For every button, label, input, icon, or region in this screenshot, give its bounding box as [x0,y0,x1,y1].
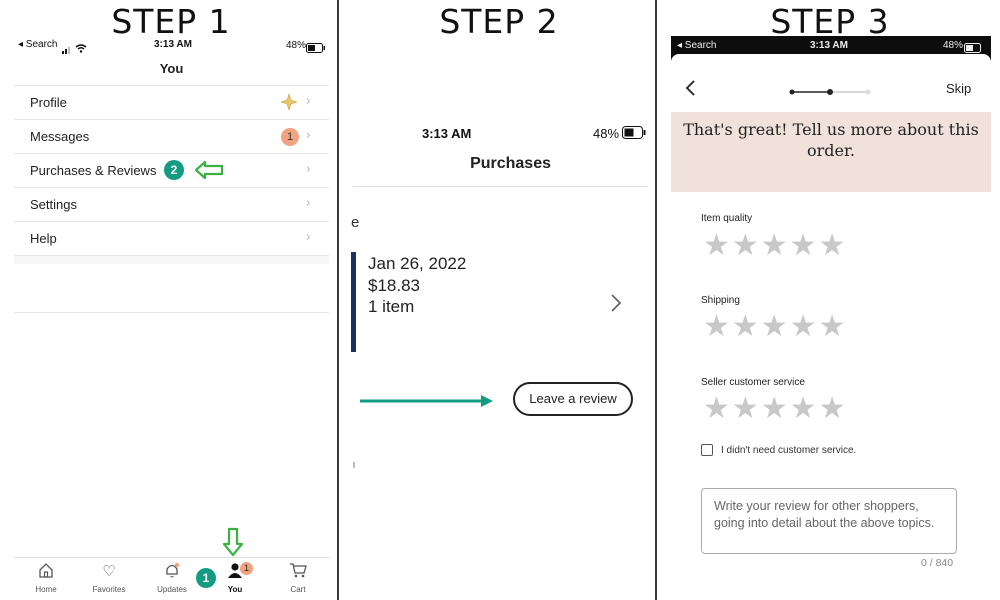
menu-item-help[interactable]: Help › [14,222,329,256]
status-battery: 48% [286,40,307,51]
star-rating-seller-service[interactable]: ★★★★★ [703,391,847,426]
tab-label: Home [35,585,57,594]
tab-home[interactable]: Home [16,562,76,594]
arrow-left-icon [194,160,224,185]
wifi-icon [75,40,87,58]
menu-item-settings[interactable]: Settings › [14,188,329,222]
tab-label: Cart [290,585,306,594]
step-marker-2: 2 [164,160,184,180]
bottom-tab-bar: Home ♡ Favorites Updates 1 1 You Cart [14,557,329,600]
chevron-right-icon: › [305,196,311,211]
step1-title: STEP 1 [111,2,231,41]
menu-item-label: Messages [30,129,90,144]
order-price: $18.83 [368,276,420,295]
status-back[interactable]: ◂ Search [677,40,716,51]
cut-off-text: e [351,214,360,231]
header-divider [353,186,648,187]
sparkle-icon [280,93,298,115]
tab-label: Favorites [92,585,126,594]
status-battery: 48% [593,126,620,141]
no-service-label: I didn't need customer service. [721,445,857,456]
skip-link[interactable]: Skip [946,81,971,96]
status-time: 3:13 AM [810,40,848,51]
star-rating-item-quality[interactable]: ★★★★★ [703,228,847,263]
rating-label-item-quality: Item quality [701,213,753,224]
chevron-right-icon: › [305,128,311,143]
tab-label: You [227,585,243,594]
menu-item-label: Help [30,231,57,246]
home-icon [16,562,76,580]
char-counter: 0 / 840 [921,557,954,569]
status-battery: 48% [943,40,964,51]
leave-review-button[interactable]: Leave a review [513,382,633,416]
battery-icon [964,40,984,58]
bell-icon [142,562,202,580]
header-text: That's great! Tell us more about this or… [683,120,979,160]
step2-title: STEP 2 [439,2,559,41]
battery-icon [622,126,646,144]
page-title: Purchases [470,155,551,172]
status-time: 3:13 AM [154,39,192,50]
no-service-checkbox[interactable] [701,444,713,456]
menu-item-label: Settings [30,197,77,212]
tab-label: Updates [157,585,187,594]
chevron-right-icon: › [305,94,311,109]
menu-item-blank [14,256,329,313]
menu-item-messages[interactable]: Messages 1 › [14,120,329,154]
you-badge: 1 [240,562,253,575]
status-time: 3:13 AM [422,126,472,141]
battery-icon [306,40,326,58]
cart-icon [268,562,328,580]
page-title: You [159,61,184,76]
signal-icon [62,41,72,59]
step2-panel: STEP 2 3:13 AM 48% Purchases e Jan 26, 2… [339,0,655,600]
chevron-right-icon[interactable] [610,293,622,318]
step1-panel: STEP 1 ◂ Search 3:13 AM 48% You Profile … [0,0,337,600]
profile-menu: Profile › Messages 1 › Purchases & Revie… [14,85,329,313]
star-rating-shipping[interactable]: ★★★★★ [703,309,847,344]
menu-item-label: Purchases & Reviews [30,163,157,178]
review-textarea[interactable]: Write your review for other shoppers, go… [701,488,957,554]
order-thumbnail[interactable] [351,252,356,352]
tab-favorites[interactable]: ♡ Favorites [79,562,139,594]
divider-dash [353,462,355,468]
tab-updates[interactable]: Updates [142,562,202,594]
chevron-right-icon: › [305,162,311,177]
status-back[interactable]: ◂ Search [18,39,57,50]
progress-indicator [788,83,872,101]
person-icon [205,562,265,580]
menu-item-label: Profile [30,95,67,110]
tab-cart[interactable]: Cart [268,562,328,594]
back-chevron-icon[interactable] [684,79,696,102]
unread-badge: 1 [281,128,299,146]
chevron-right-icon: › [305,230,311,245]
order-date: Jan 26, 2022 [368,254,467,273]
order-item-count: 1 item [368,297,415,316]
step3-title: STEP 3 [770,2,890,41]
rating-label-shipping: Shipping [701,295,740,306]
rating-label-seller-service: Seller customer service [701,377,805,388]
menu-item-purchases-reviews[interactable]: Purchases & Reviews 2 › [14,154,329,188]
arrow-right-icon [359,394,494,413]
heart-icon: ♡ [102,562,116,580]
tab-you[interactable]: 1 You [205,562,265,594]
menu-item-profile[interactable]: Profile › [14,86,329,120]
